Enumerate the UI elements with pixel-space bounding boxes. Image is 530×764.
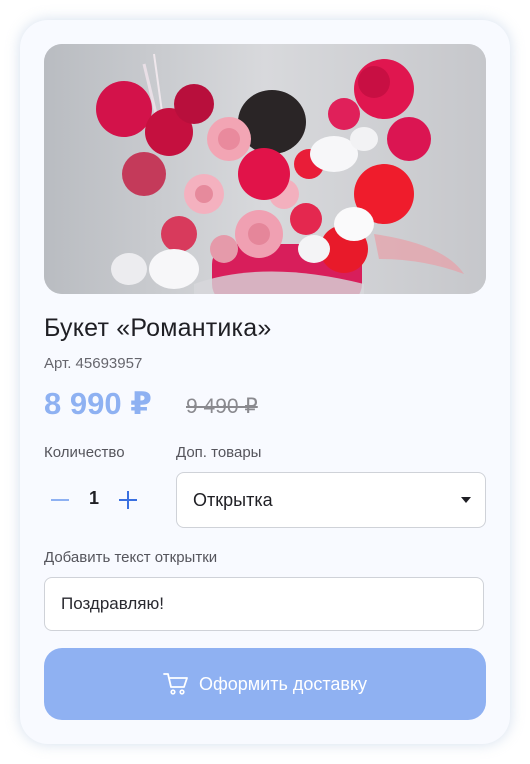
quantity-value: 1: [88, 488, 99, 508]
product-card: Букет «Романтика» Арт. 45693957 8 990 ₽ …: [20, 20, 510, 744]
product-title: Букет «Романтика»: [44, 314, 272, 342]
card-text-input[interactable]: [44, 577, 484, 631]
card-text-label: Добавить текст открытки: [44, 549, 218, 566]
bouquet-image: [44, 44, 486, 294]
increment-button[interactable]: [114, 482, 142, 518]
caret-down-icon: [461, 497, 471, 503]
cart-icon: [163, 672, 189, 696]
current-price: 8 990 ₽: [44, 386, 152, 421]
product-sku: Арт. 45693957: [44, 355, 143, 372]
quantity-label: Количество: [44, 444, 125, 461]
old-price: 9 490 ₽: [186, 395, 258, 418]
minus-icon: [51, 499, 69, 501]
product-photo: [44, 44, 486, 294]
extras-selected-value: Открытка: [193, 490, 273, 510]
extras-select[interactable]: Открытка: [176, 472, 486, 528]
plus-icon: [119, 491, 137, 509]
extras-label: Доп. товары: [176, 444, 262, 461]
decrement-button[interactable]: [46, 482, 74, 518]
checkout-button[interactable]: Оформить доставку: [44, 648, 486, 720]
checkout-label: Оформить доставку: [198, 673, 368, 694]
quantity-stepper: 1: [44, 482, 144, 518]
